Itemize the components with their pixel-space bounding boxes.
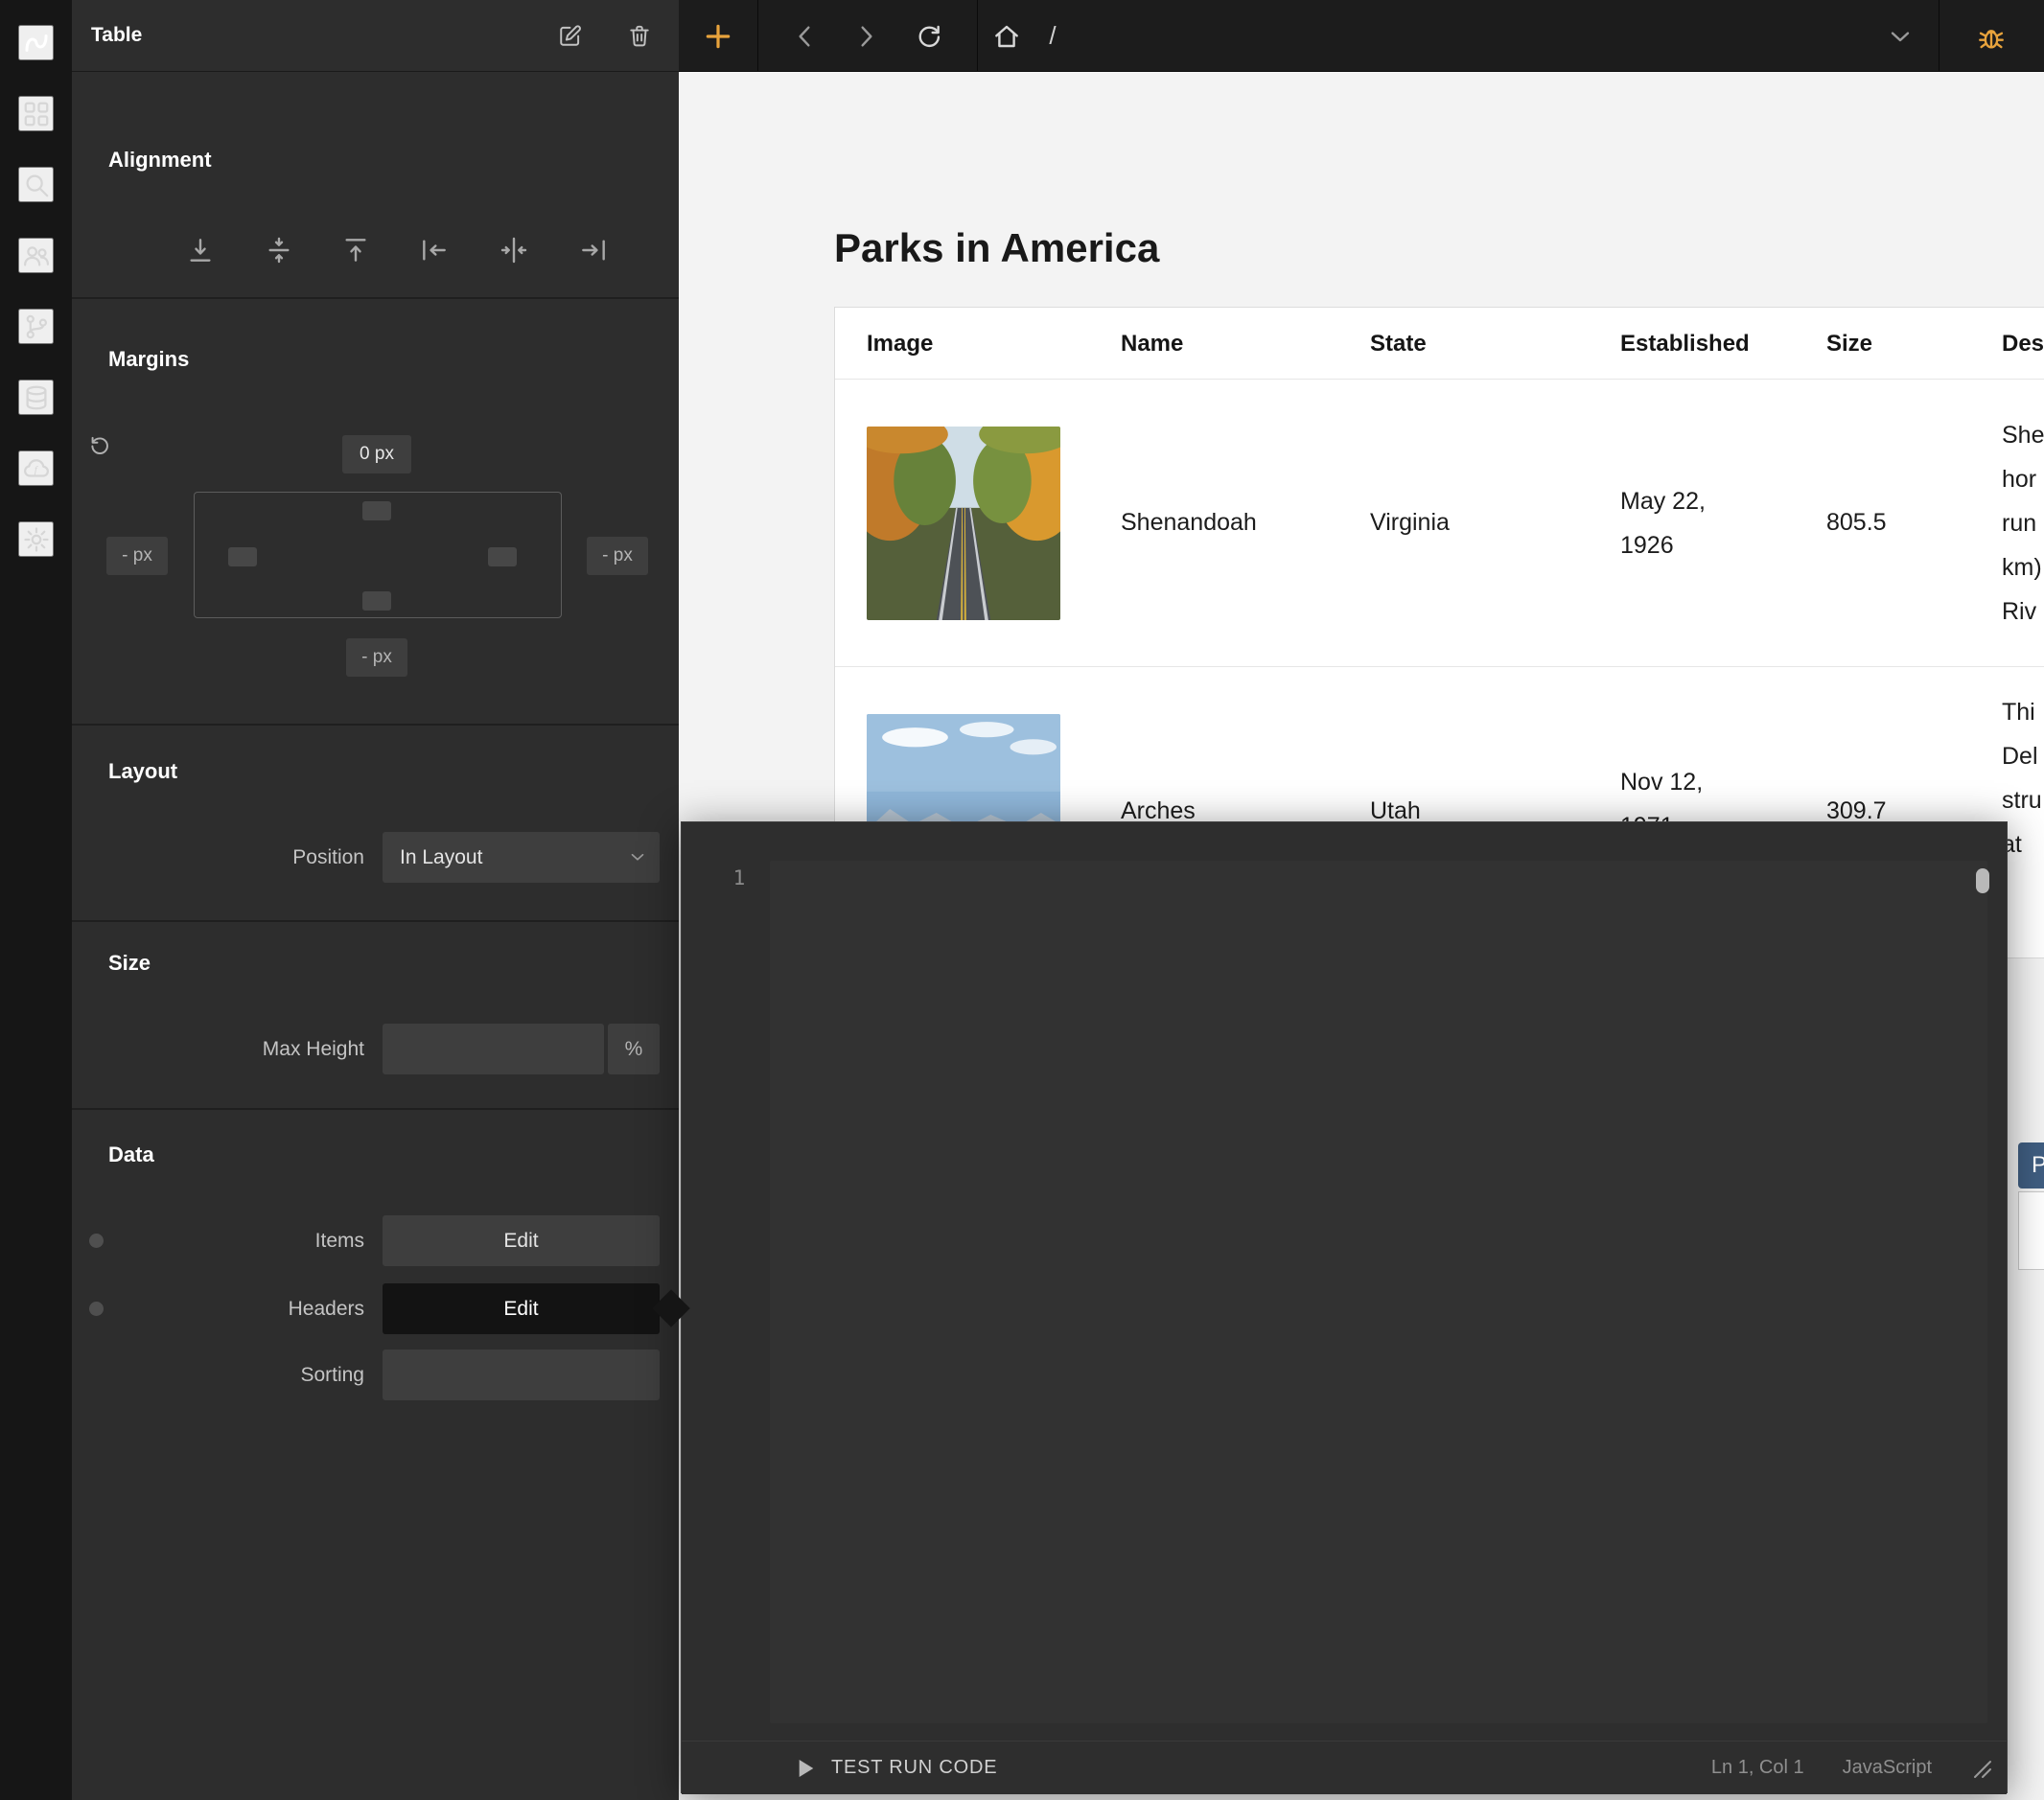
max-height-unit[interactable]: % (608, 1024, 660, 1074)
margin-handle-left[interactable] (228, 547, 257, 566)
position-dropdown-value: In Layout (400, 846, 482, 869)
language-label: JavaScript (1843, 1757, 1932, 1779)
cursor-position: Ln 1, Col 1 (1711, 1757, 1804, 1779)
cell-description-clipped: She hor run km) Riv (2002, 413, 2044, 634)
column-header-image: Image (867, 308, 933, 380)
column-header-state: State (1370, 308, 1427, 380)
margin-top-value[interactable]: 0 px (342, 435, 411, 473)
home-icon[interactable] (984, 0, 1030, 72)
cell-state: Virginia (1370, 380, 1450, 666)
line-number: 1 (720, 866, 758, 889)
rename-node-icon[interactable] (556, 21, 585, 50)
table-header-row: Image Name State Established Size Des (835, 308, 2044, 380)
svg-text:f: f (34, 465, 38, 475)
margin-left-value[interactable]: - px (106, 537, 168, 575)
code-editor-surface[interactable] (770, 861, 1987, 1723)
align-bottom-icon[interactable] (179, 229, 221, 271)
add-node-plus-icon[interactable] (679, 0, 757, 72)
left-rail: f (0, 0, 72, 1800)
table-row: Shenandoah Virginia May 22, 1926 805.5 S… (835, 380, 2044, 667)
collaborators-icon[interactable] (18, 238, 54, 273)
toolbar-divider (757, 0, 758, 72)
align-horizontal-center-icon[interactable] (493, 229, 535, 271)
headers-label: Headers (72, 1283, 364, 1334)
margin-right-value[interactable]: - px (587, 537, 648, 575)
code-editor-popover: 1 TEST RUN CODE Ln 1, Col 1 JavaScript (681, 821, 2008, 1793)
toolbar-divider (977, 0, 978, 72)
clipped-popup-box (2018, 1191, 2044, 1270)
chevron-down-icon (627, 846, 648, 867)
size-section-label: Size (108, 951, 151, 976)
section-divider (72, 297, 679, 299)
url-path[interactable]: / (1032, 0, 1074, 72)
items-edit-button[interactable]: Edit (383, 1215, 660, 1266)
sorting-input[interactable] (383, 1350, 660, 1400)
search-icon[interactable] (18, 167, 54, 202)
cloud-functions-icon[interactable]: f (18, 450, 54, 486)
reset-margins-icon[interactable] (81, 430, 114, 463)
resize-handle-icon[interactable] (1970, 1757, 1993, 1780)
inspector-header: Table (72, 0, 679, 72)
margin-handle-top[interactable] (362, 501, 391, 520)
section-divider (72, 724, 679, 726)
park-photo-shenandoah (867, 427, 1060, 620)
max-height-label: Max Height (72, 1024, 364, 1074)
section-divider (72, 920, 679, 922)
editor-statusbar: TEST RUN CODE Ln 1, Col 1 JavaScript (682, 1741, 2007, 1794)
preview-toolbar: / (679, 0, 2044, 72)
alignment-section-label: Alignment (108, 148, 212, 173)
align-vertical-center-icon[interactable] (258, 229, 300, 271)
inspector-title: Table (91, 24, 142, 47)
max-height-input[interactable] (383, 1024, 604, 1074)
cell-established: May 22, 1926 (1620, 479, 1706, 567)
refresh-icon[interactable] (897, 0, 959, 72)
cell-name: Shenandoah (1121, 380, 1257, 666)
margin-bottom-value[interactable]: - px (346, 638, 407, 677)
nav-back-icon[interactable] (777, 0, 834, 72)
delete-node-icon[interactable] (625, 21, 654, 50)
app-logo-icon[interactable] (18, 25, 54, 60)
align-top-icon[interactable] (335, 229, 377, 271)
cell-description-clipped: Thi Del stru at (2002, 690, 2042, 866)
settings-gear-icon[interactable] (18, 521, 54, 557)
headers-edit-button[interactable]: Edit (383, 1283, 660, 1334)
clipped-blue-chip[interactable]: Pa (2018, 1142, 2044, 1188)
align-left-icon[interactable] (413, 229, 455, 271)
margin-handle-right[interactable] (488, 547, 517, 566)
test-run-code-button[interactable]: TEST RUN CODE (831, 1757, 997, 1779)
layout-section-label: Layout (108, 759, 177, 784)
play-icon[interactable] (799, 1760, 814, 1777)
items-label: Items (72, 1215, 364, 1266)
components-grid-icon[interactable] (18, 96, 54, 131)
align-right-icon[interactable] (572, 229, 615, 271)
app-root: f Table Alignment (0, 0, 2044, 1800)
column-header-name: Name (1121, 308, 1183, 380)
position-dropdown[interactable]: In Layout (383, 832, 660, 883)
margin-handle-bottom[interactable] (362, 591, 391, 611)
data-section-label: Data (108, 1142, 154, 1167)
sorting-label: Sorting (72, 1350, 364, 1400)
margins-section-label: Margins (108, 347, 189, 372)
inspector-panel: Table Alignment (72, 0, 679, 1800)
editor-scrollbar-thumb[interactable] (1976, 868, 1989, 893)
database-icon[interactable] (18, 380, 54, 415)
column-header-established: Established (1620, 308, 1750, 380)
version-control-icon[interactable] (18, 309, 54, 344)
column-header-size: Size (1826, 308, 1872, 380)
chevron-down-icon[interactable] (1877, 0, 1923, 72)
page-title: Parks in America (834, 225, 1159, 271)
cell-size: 805.5 (1826, 380, 1887, 666)
section-divider (72, 1108, 679, 1110)
position-label: Position (72, 832, 364, 883)
column-header-description: Des (2002, 308, 2044, 380)
debug-bug-icon[interactable] (1954, 0, 2029, 72)
nav-forward-icon[interactable] (837, 0, 894, 72)
